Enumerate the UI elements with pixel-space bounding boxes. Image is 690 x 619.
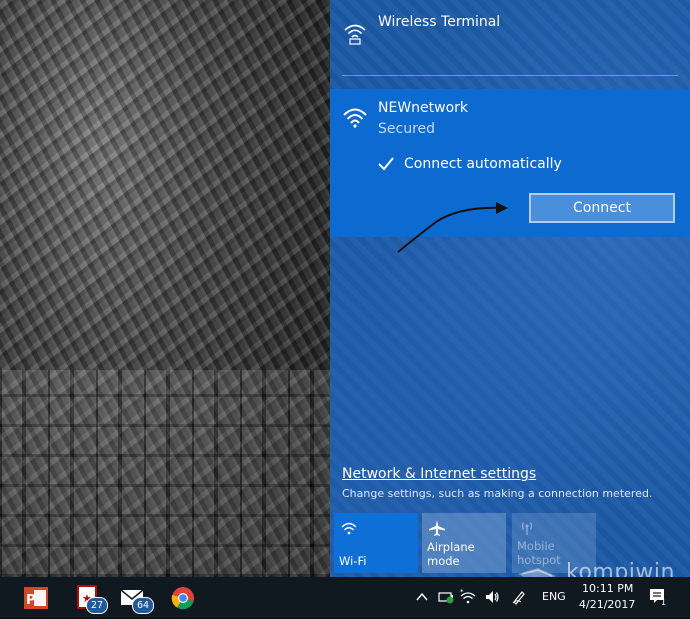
desktop-wallpaper	[0, 0, 330, 577]
connect-automatically-label: Connect automatically	[404, 156, 562, 172]
divider	[342, 75, 678, 76]
network-item-wireless-terminal[interactable]: Wireless Terminal	[330, 0, 690, 75]
action-center-count: 1	[661, 598, 667, 607]
taskbar-app-chrome[interactable]	[164, 581, 204, 615]
wifi-icon	[341, 522, 357, 535]
svg-text:P: P	[26, 593, 36, 608]
svg-text:*: *	[460, 589, 464, 596]
annotation-arrow-icon	[397, 202, 508, 253]
taskbar: P ★ 27 64 * ENG 10:11 PM 4/21/2017 1	[0, 577, 690, 617]
network-settings-link[interactable]: Network & Internet settings	[342, 466, 536, 482]
chrome-icon	[171, 587, 194, 610]
clock-date[interactable]: 4/21/2017	[579, 598, 635, 611]
clock-time[interactable]: 10:11 PM	[582, 582, 633, 595]
hotspot-icon	[521, 522, 533, 535]
unread-badge: 64	[132, 597, 154, 614]
network-status: Secured	[378, 121, 436, 137]
checkmark-icon	[378, 157, 394, 171]
unread-badge: 27	[86, 597, 108, 614]
language-indicator[interactable]: ENG	[542, 590, 566, 603]
airplane-icon	[429, 520, 445, 536]
network-name: NEWnetwork	[378, 100, 469, 116]
taskbar-app-powerpoint[interactable]: P	[16, 581, 56, 615]
connect-button[interactable]: Connect	[529, 193, 675, 223]
volume-icon[interactable]	[484, 589, 500, 605]
taskbar-app-pdf[interactable]: ★ 27	[70, 581, 110, 615]
wifi-secured-icon	[344, 24, 366, 45]
network-name: Wireless Terminal	[378, 14, 501, 30]
taskbar-app-mail[interactable]: 64	[116, 581, 156, 615]
quick-action-airplane-mode[interactable]: Airplane mode	[422, 513, 506, 573]
powerpoint-icon: P	[24, 587, 48, 609]
quick-action-wifi[interactable]: Wi-Fi	[334, 513, 418, 573]
quick-action-label: Wi-Fi	[339, 554, 367, 568]
wifi-icon	[343, 108, 367, 128]
network-settings-description: Change settings, such as making a connec…	[342, 487, 653, 500]
wifi-icon[interactable]: *	[460, 589, 476, 605]
quick-action-label: Airplane mode	[427, 540, 475, 568]
wallpaper-texture	[0, 370, 330, 577]
battery-charging-icon[interactable]	[438, 589, 454, 605]
connect-automatically-checkbox[interactable]: Connect automatically	[376, 153, 562, 175]
pen-icon[interactable]	[511, 589, 527, 605]
chevron-up-icon[interactable]	[414, 589, 430, 605]
